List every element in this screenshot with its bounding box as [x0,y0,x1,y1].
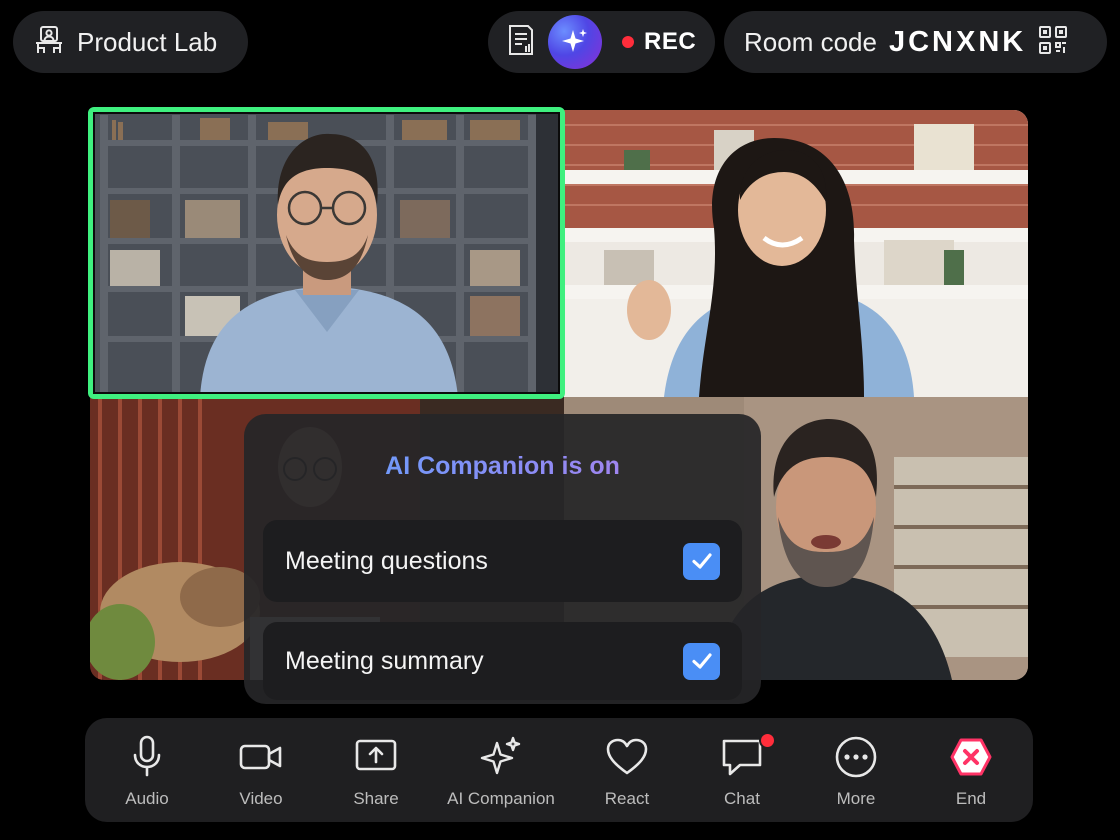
end-label: End [955,789,987,808]
ai-companion-orb-icon[interactable] [548,15,602,69]
recording-pill: REC [488,11,715,73]
room-code-label: Room code [744,26,877,57]
option-label: Meeting summary [285,646,484,675]
ai-companion-panel: AI Companion is on Meeting questions Mee… [244,414,761,704]
react-button[interactable]: React [567,718,687,822]
ai-companion-title: AI Companion is on [244,452,761,481]
chat-bubble-icon [720,732,776,780]
more-icon [834,734,878,780]
end-call-icon [950,734,992,780]
share-button[interactable]: Share [316,718,436,822]
react-label: React [604,789,650,808]
video-button[interactable]: Video [201,718,321,822]
chat-label: Chat [724,789,760,808]
video-label: Video [239,789,283,808]
room-code-pill[interactable]: Room code JCNXNK [724,11,1107,73]
microphone-icon [130,734,164,780]
participant-video-1[interactable] [90,110,564,397]
sparkle-icon [479,734,523,780]
room-name-pill[interactable]: Product Lab [13,11,248,73]
audio-button[interactable]: Audio [87,718,207,822]
share-screen-icon [354,734,398,780]
qr-code-icon[interactable] [1038,25,1068,60]
option-label: Meeting questions [285,546,488,575]
meeting-toolbar: Audio Video Share AI Companion React Cha… [85,718,1033,822]
audio-label: Audio [125,789,169,808]
more-button[interactable]: More [796,718,916,822]
room-name: Product Lab [77,26,218,57]
option-meeting-summary[interactable]: Meeting summary [263,622,742,700]
recording-dot-icon [622,36,634,48]
participant-video-2[interactable] [564,110,1028,397]
share-label: Share [353,789,399,808]
chat-button[interactable]: Chat [682,718,802,822]
checkbox-checked-icon[interactable] [683,642,720,680]
checkbox-checked-icon[interactable] [683,542,720,580]
unread-badge-icon [759,732,776,749]
room-code: JCNXNK [888,25,1027,58]
transcript-icon[interactable] [506,24,536,61]
video-camera-icon [239,734,283,780]
option-meeting-questions[interactable]: Meeting questions [263,520,742,602]
heart-icon [605,734,649,780]
more-label: More [836,789,876,808]
end-button[interactable]: End [911,718,1031,822]
ai-companion-button[interactable]: AI Companion [441,718,561,822]
ai-companion-label: AI Companion [447,789,555,808]
recording-label: REC [644,28,697,55]
meeting-room-icon [33,24,65,61]
